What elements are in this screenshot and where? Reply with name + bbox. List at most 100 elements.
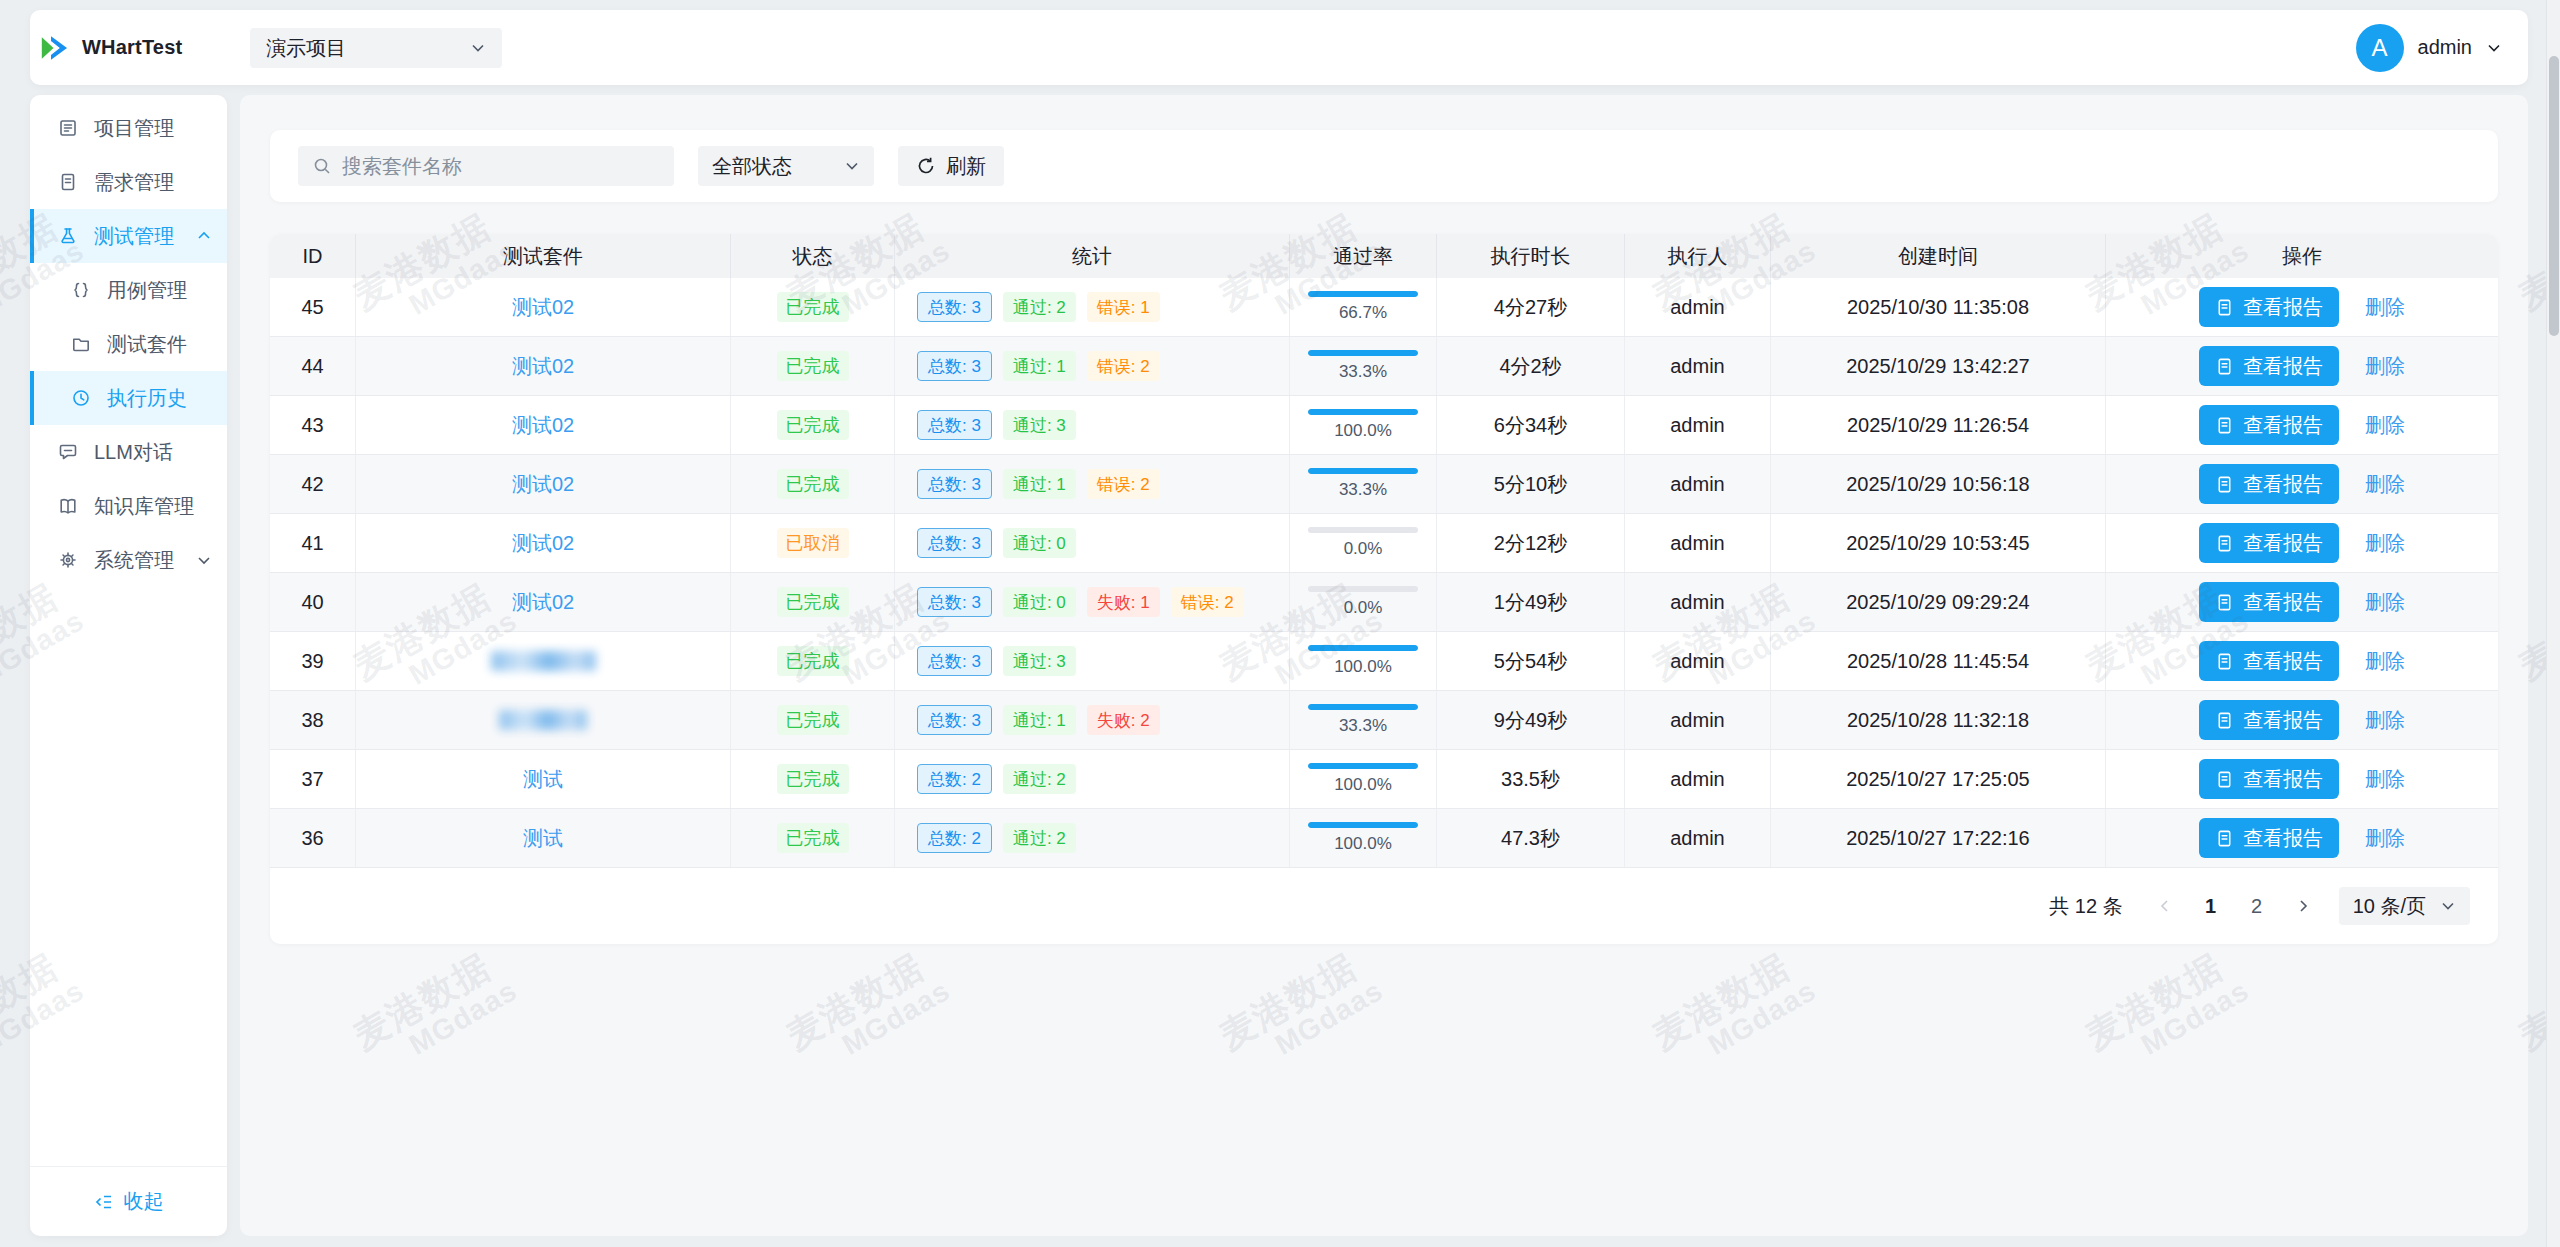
view-report-button[interactable]: 查看报告 [2199,759,2339,799]
avatar: A [2356,24,2404,72]
delete-link[interactable]: 删除 [2365,471,2405,498]
table-row: 37测试已完成总数: 2通过: 2100.0%33.5秒admin2025/10… [270,750,2498,809]
stat-total-badge: 总数: 2 [917,823,992,853]
page-button-2[interactable]: 2 [2239,888,2275,924]
cell-pass-rate: 100.0% [1290,750,1437,808]
delete-link[interactable]: 删除 [2365,589,2405,616]
cell-duration: 4分2秒 [1437,337,1625,395]
view-report-button[interactable]: 查看报告 [2199,346,2339,386]
app-title: WHartTest [82,36,182,59]
status-filter-value: 全部状态 [712,153,844,180]
stat-pass-badge: 通过: 1 [1003,469,1076,499]
window-scrollbar[interactable] [2546,0,2560,1247]
table-row: 45测试02已完成总数: 3通过: 2错误: 166.7%4分27秒admin2… [270,278,2498,337]
history-table-card: ID测试套件状态统计通过率执行时长执行人创建时间操作 45测试02已完成总数: … [270,234,2498,944]
view-report-button[interactable]: 查看报告 [2199,700,2339,740]
pass-rate-bar [1308,586,1418,592]
view-report-button[interactable]: 查看报告 [2199,464,2339,504]
suite-link[interactable]: 测试02 [512,471,574,498]
sidebar-item-execution-history[interactable]: 执行历史 [30,371,227,425]
prev-page-button[interactable] [2147,888,2183,924]
table-row: 44测试02已完成总数: 3通过: 1错误: 233.3%4分2秒admin20… [270,337,2498,396]
table-row: 42测试02已完成总数: 3通过: 1错误: 233.3%5分10秒admin2… [270,455,2498,514]
delete-link[interactable]: 删除 [2365,412,2405,439]
sidebar-item-llm-chat[interactable]: LLM对话 [30,425,227,479]
collapse-sidebar-button[interactable]: 收起 [94,1188,164,1215]
user-name: admin [2418,36,2472,59]
cell-stats: 总数: 2通过: 2 [895,809,1290,867]
cell-executor: admin [1625,337,1771,395]
suite-name-redacted[interactable] [499,710,587,730]
view-report-button[interactable]: 查看报告 [2199,641,2339,681]
suite-link[interactable]: 测试02 [512,353,574,380]
page-button-1[interactable]: 1 [2193,888,2229,924]
refresh-button[interactable]: 刷新 [898,146,1004,186]
suite-link[interactable]: 测试 [523,825,563,852]
app-logo-icon [40,33,72,63]
pass-rate-bar [1308,468,1418,474]
cell-status: 已完成 [731,455,895,513]
view-report-button[interactable]: 查看报告 [2199,582,2339,622]
sidebar-item-label: 用例管理 [107,277,187,304]
refresh-label: 刷新 [946,153,986,180]
delete-link[interactable]: 删除 [2365,825,2405,852]
sidebar-item-test-suites[interactable]: 测试套件 [30,317,227,371]
cell-id: 39 [270,632,356,690]
delete-link[interactable]: 删除 [2365,766,2405,793]
report-icon [2215,357,2234,376]
pass-rate-text: 100.0% [1334,657,1392,677]
view-report-button[interactable]: 查看报告 [2199,523,2339,563]
sidebar-item-label: 需求管理 [94,169,174,196]
sidebar-item-project-management[interactable]: 项目管理 [30,101,227,155]
page-size-select[interactable]: 10 条/页 [2339,887,2470,925]
suite-link[interactable]: 测试02 [512,412,574,439]
cell-suite [356,632,731,690]
status-filter-select[interactable]: 全部状态 [698,146,874,186]
view-report-button[interactable]: 查看报告 [2199,405,2339,445]
status-badge: 已完成 [777,469,849,499]
cell-actions: 查看报告删除 [2106,514,2498,572]
sidebar-item-system-management[interactable]: 系统管理 [30,533,227,587]
pass-rate-text: 100.0% [1334,834,1392,854]
sidebar-item-requirement-management[interactable]: 需求管理 [30,155,227,209]
search-input[interactable] [342,155,660,178]
cell-created: 2025/10/28 11:32:18 [1771,691,2106,749]
cell-duration: 2分12秒 [1437,514,1625,572]
stat-pass-badge: 通过: 1 [1003,351,1076,381]
scrollbar-thumb[interactable] [2549,56,2559,336]
delete-link[interactable]: 删除 [2365,648,2405,675]
cell-suite: 测试 [356,809,731,867]
suite-name-redacted[interactable] [491,651,596,671]
delete-link[interactable]: 删除 [2365,353,2405,380]
view-report-button[interactable]: 查看报告 [2199,287,2339,327]
suite-link[interactable]: 测试02 [512,589,574,616]
delete-link[interactable]: 删除 [2365,530,2405,557]
cell-created: 2025/10/29 11:26:54 [1771,396,2106,454]
delete-link[interactable]: 删除 [2365,707,2405,734]
delete-link[interactable]: 删除 [2365,294,2405,321]
sidebar-item-test-management[interactable]: 测试管理 [30,209,227,263]
suite-link[interactable]: 测试02 [512,294,574,321]
project-select[interactable]: 演示项目 [250,28,502,68]
sidebar-item-case-management[interactable]: 用例管理 [30,263,227,317]
cell-stats: 总数: 3通过: 3 [895,632,1290,690]
table-row: 41测试02已取消总数: 3通过: 00.0%2分12秒admin2025/10… [270,514,2498,573]
sidebar-item-label: 测试套件 [107,331,187,358]
column-header: 执行人 [1625,234,1771,278]
cell-stats: 总数: 2通过: 2 [895,750,1290,808]
column-header: 状态 [731,234,895,278]
next-page-button[interactable] [2285,888,2321,924]
suite-link[interactable]: 测试 [523,766,563,793]
cell-pass-rate: 33.3% [1290,691,1437,749]
cell-status: 已取消 [731,514,895,572]
user-menu[interactable]: A admin [2356,10,2502,85]
view-report-button[interactable]: 查看报告 [2199,818,2339,858]
table-row: 38已完成总数: 3通过: 1失败: 233.3%9分49秒admin2025/… [270,691,2498,750]
column-header: 测试套件 [356,234,731,278]
pass-rate-bar [1308,350,1418,356]
cell-actions: 查看报告删除 [2106,573,2498,631]
cell-created: 2025/10/28 11:45:54 [1771,632,2106,690]
sidebar-item-knowledge-base[interactable]: 知识库管理 [30,479,227,533]
report-icon [2215,593,2234,612]
suite-link[interactable]: 测试02 [512,530,574,557]
